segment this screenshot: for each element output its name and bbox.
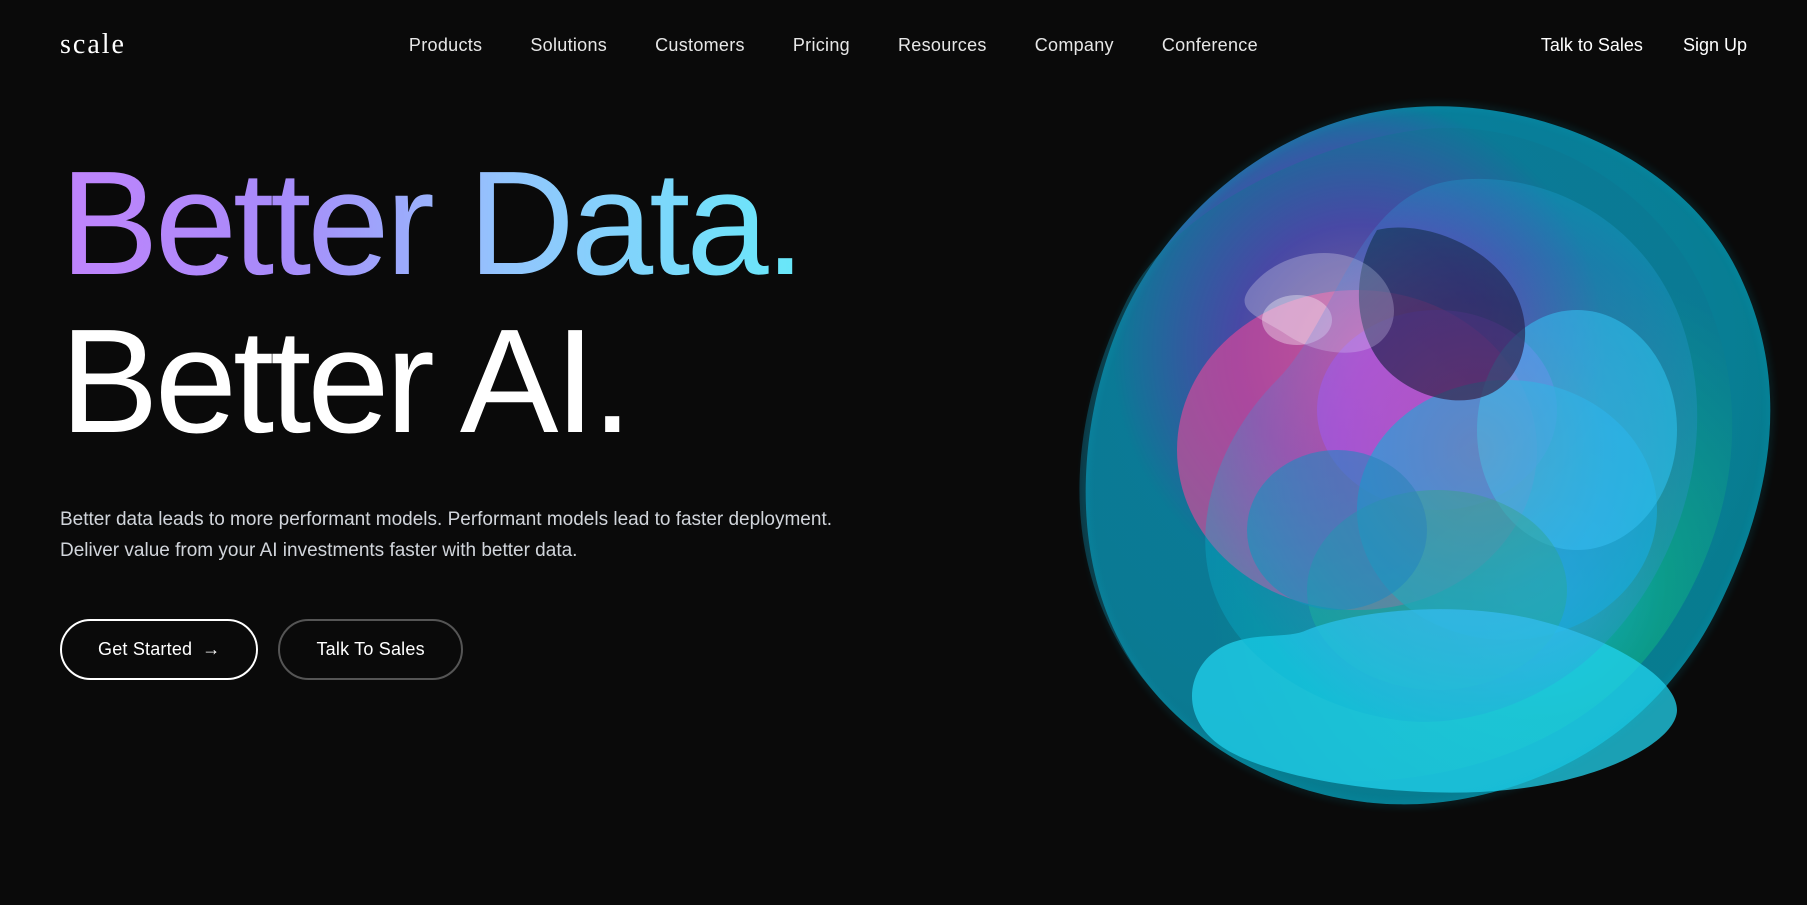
nav-actions: Talk to Sales Sign Up [1541, 35, 1747, 56]
hero-subtitle: Better data leads to more performant mod… [60, 504, 840, 567]
hero-headline-line2: Better AI. [60, 308, 960, 456]
navigation: scale Products Solutions Customers Prici… [0, 0, 1807, 90]
hero-headline-line1: Better Data. [60, 141, 802, 306]
nav-company[interactable]: Company [1035, 35, 1114, 55]
talk-to-sales-button[interactable]: Talk To Sales [278, 619, 462, 680]
nav-products[interactable]: Products [409, 35, 482, 55]
logo[interactable]: scale [60, 29, 126, 61]
sign-up-link[interactable]: Sign Up [1683, 35, 1747, 56]
nav-customers[interactable]: Customers [655, 35, 745, 55]
nav-conference[interactable]: Conference [1162, 35, 1258, 55]
nav-pricing[interactable]: Pricing [793, 35, 850, 55]
nav-resources[interactable]: Resources [898, 35, 987, 55]
get-started-button[interactable]: Get Started → [60, 619, 258, 680]
arrow-icon: → [202, 639, 220, 660]
hero-content: Better Data. Better AI. Better data lead… [60, 150, 960, 680]
hero-headline: Better Data. Better AI. [60, 150, 960, 456]
hero-blob [957, 30, 1807, 900]
nav-solutions[interactable]: Solutions [530, 35, 607, 55]
talk-to-sales-link[interactable]: Talk to Sales [1541, 35, 1643, 56]
nav-links: Products Solutions Customers Pricing Res… [409, 35, 1258, 56]
hero-section: Better Data. Better AI. Better data lead… [0, 90, 1807, 905]
hero-buttons: Get Started → Talk To Sales [60, 619, 960, 680]
